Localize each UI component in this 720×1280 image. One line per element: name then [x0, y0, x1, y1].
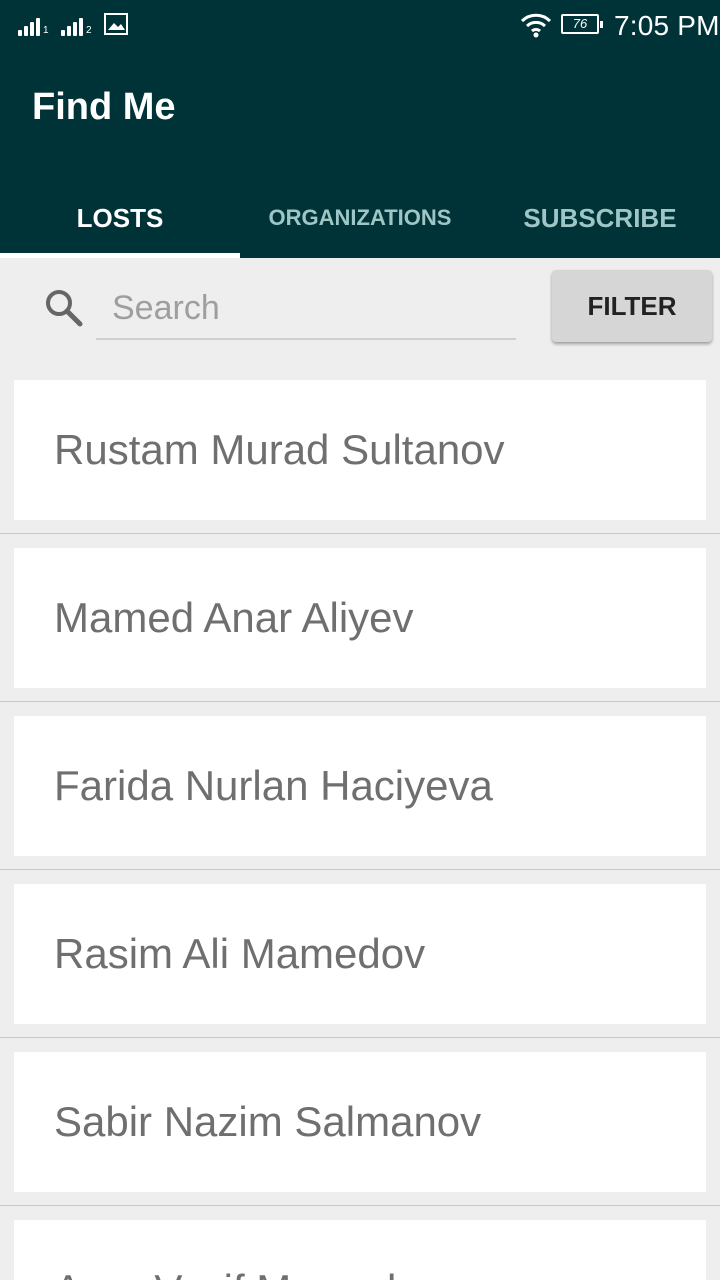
tab-organizations[interactable]: ORGANIZATIONS	[240, 178, 480, 258]
signal-sim1-icon: 1	[18, 14, 49, 36]
divider	[0, 701, 720, 702]
tab-subscribe[interactable]: SUBSCRIBE	[480, 178, 720, 258]
divider	[0, 533, 720, 534]
status-time: 7:05 PM	[614, 10, 720, 41]
wifi-icon	[520, 13, 552, 38]
divider	[0, 869, 720, 870]
filter-button[interactable]: FILTER	[552, 270, 712, 342]
signal-sim2-icon: 2	[61, 14, 92, 36]
battery-icon: 76	[561, 14, 603, 34]
app-title: Find Me	[32, 86, 176, 128]
list-item[interactable]: Sabir Nazim Salmanov	[14, 1052, 706, 1192]
list-item[interactable]: Farida Nurlan Haciyeva	[14, 716, 706, 856]
image-notification-icon	[104, 13, 128, 35]
tab-bar: LOSTS ORGANIZATIONS SUBSCRIBE	[0, 178, 720, 258]
search-input[interactable]	[96, 278, 516, 340]
sim1-label: 1	[43, 25, 49, 36]
list-item[interactable]: Anar Vasif Mamedov	[14, 1220, 706, 1280]
status-bar: 1 2 76 7:05 PM	[0, 0, 720, 52]
divider	[0, 1037, 720, 1038]
tab-losts[interactable]: LOSTS	[0, 178, 240, 258]
divider	[0, 1205, 720, 1206]
search-icon	[46, 290, 83, 327]
list-item[interactable]: Mamed Anar Aliyev	[14, 548, 706, 688]
sim2-label: 2	[86, 25, 92, 36]
list-item[interactable]: Rustam Murad Sultanov	[14, 380, 706, 520]
list-item[interactable]: Rasim Ali Mamedov	[14, 884, 706, 1024]
battery-level: 76	[572, 16, 588, 31]
